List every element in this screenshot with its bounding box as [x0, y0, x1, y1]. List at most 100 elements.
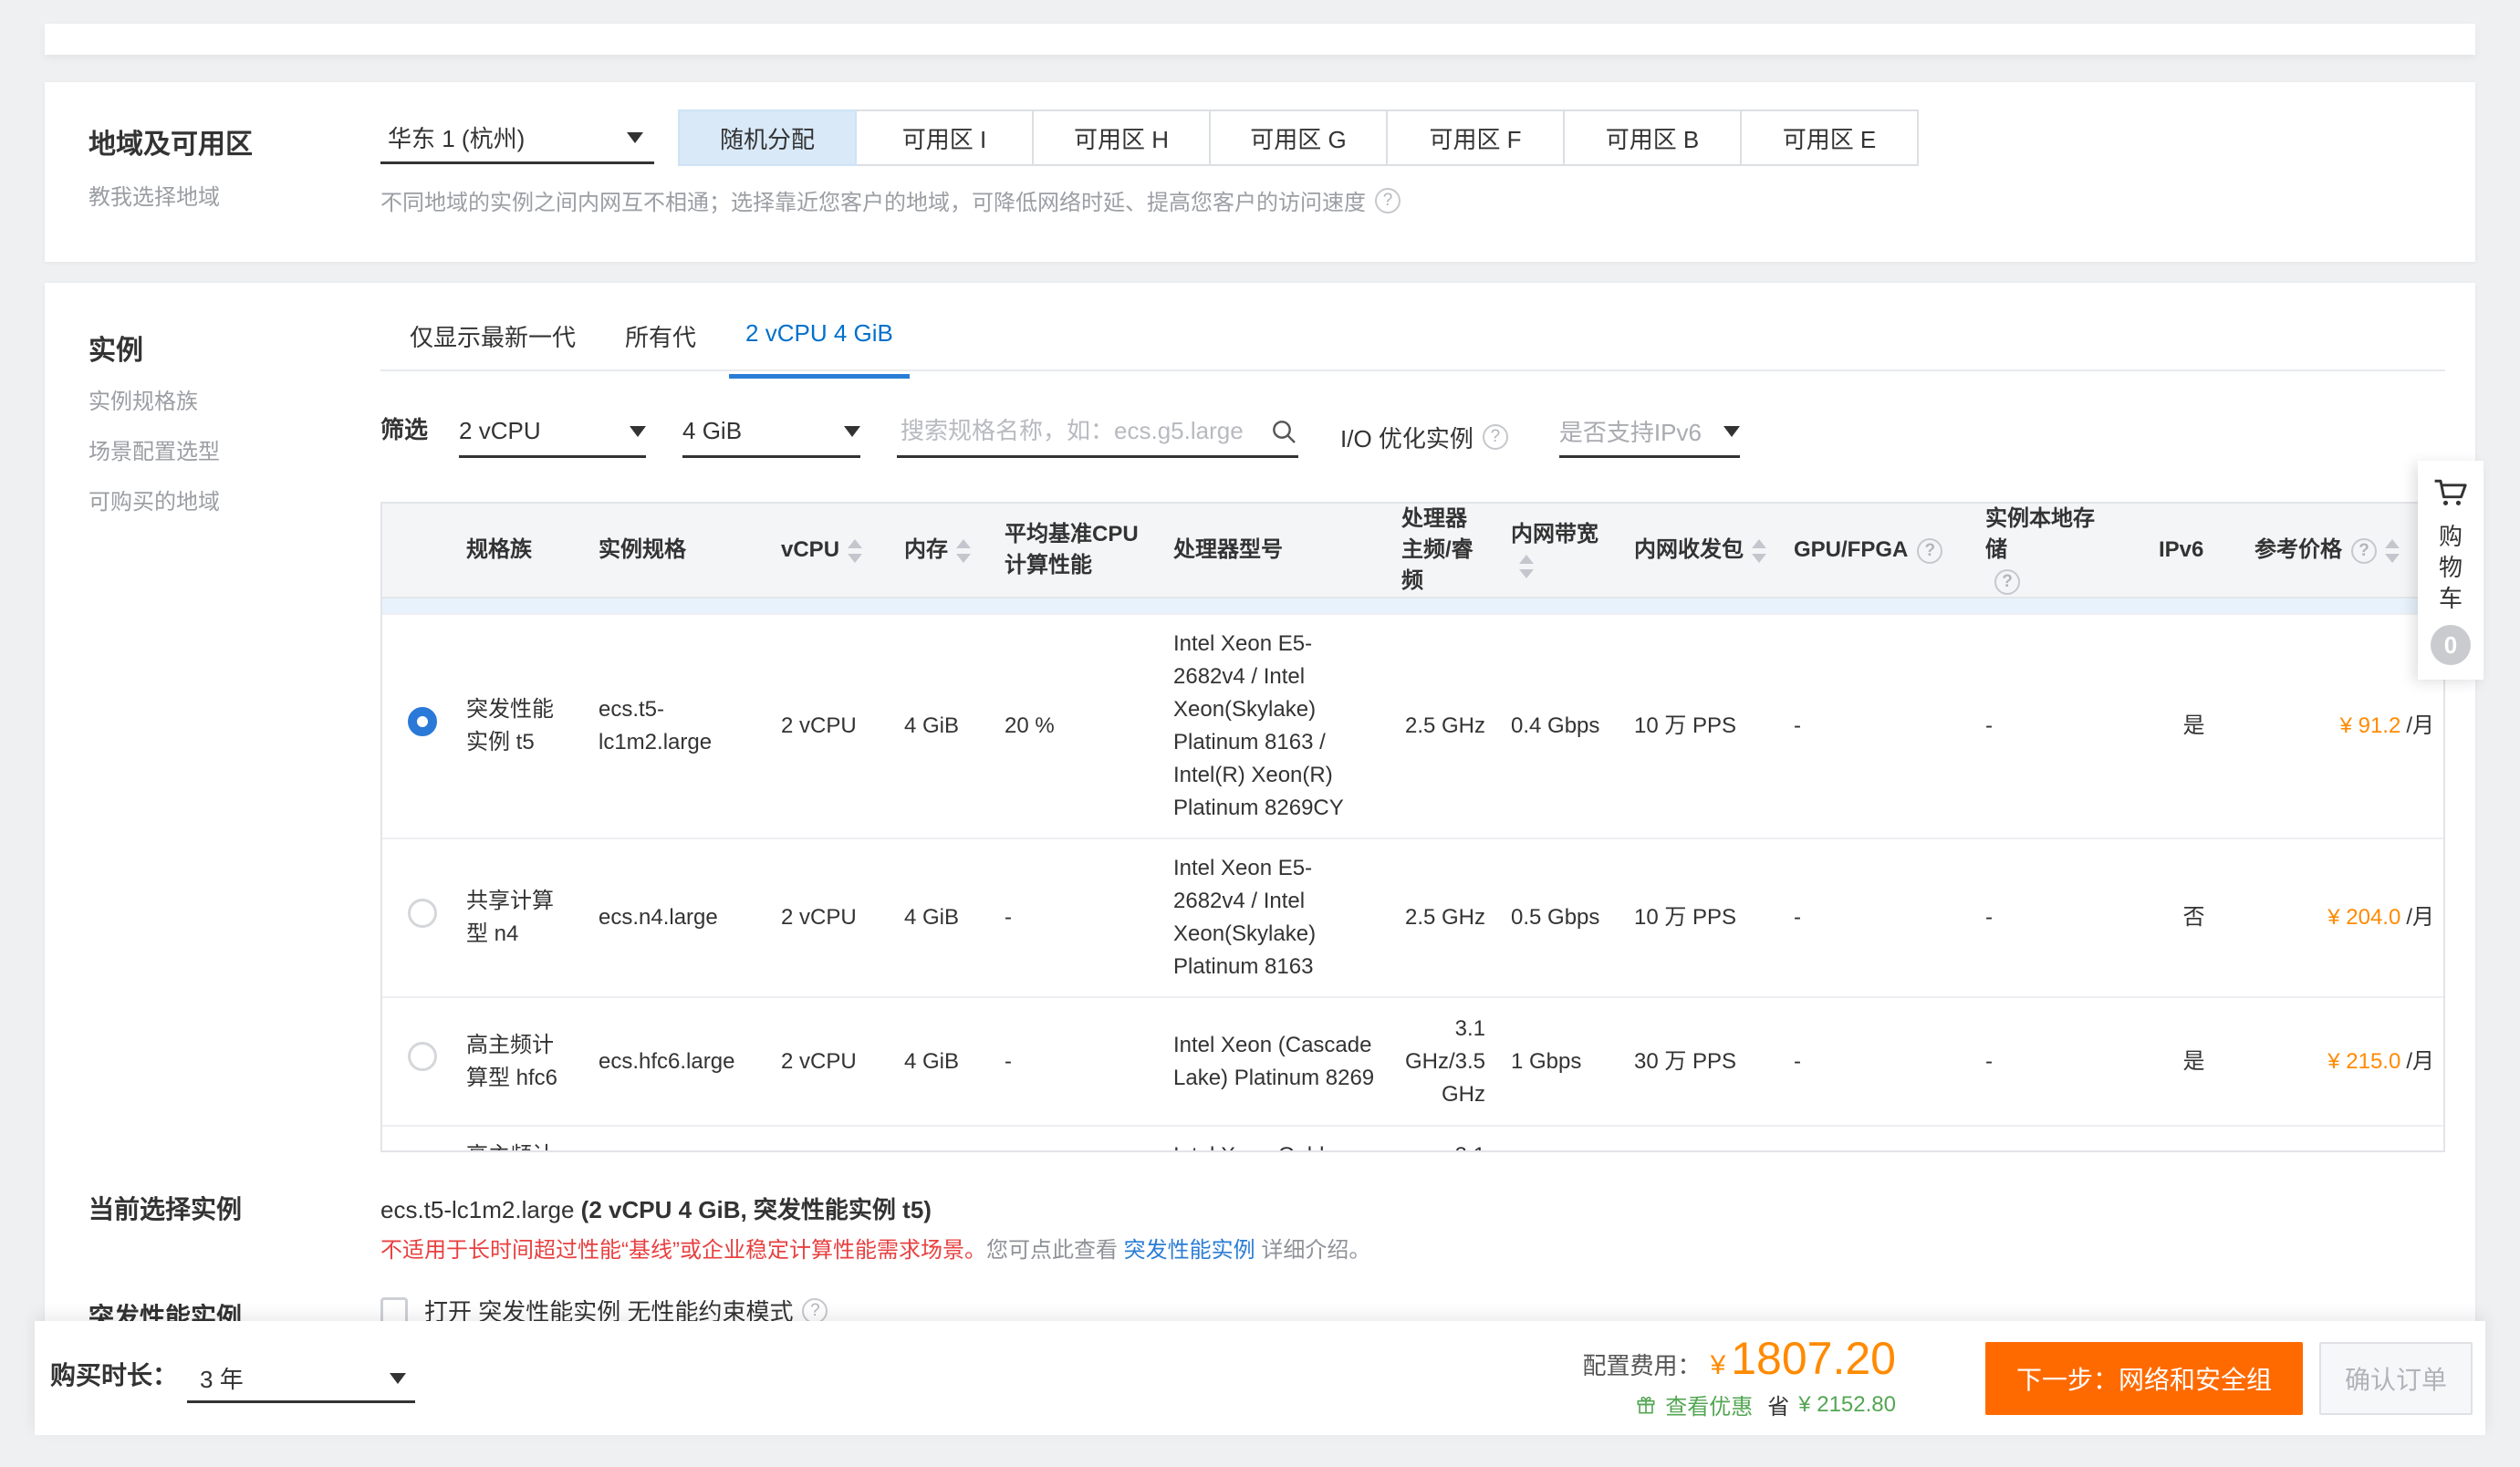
spec-table-row[interactable]: 突发性能实例 t5 ecs.t5-lc1m2.large 2 vCPU 4 Gi… [382, 614, 2445, 838]
zone-button[interactable]: 可用区 I [855, 109, 1034, 166]
search-icon[interactable] [1269, 417, 1298, 446]
row-radio-button[interactable] [408, 1042, 437, 1071]
cell-ipv6: 否 [2146, 1126, 2242, 1152]
save-amount: ¥ 2152.80 [1798, 1392, 1896, 1418]
cell-spec: ecs.hfc6.large [586, 997, 768, 1126]
side-link[interactable]: 可购买的地域 [89, 484, 220, 515]
shopping-cart-panel[interactable]: 购物车 0 [2418, 461, 2484, 680]
column-header: 内存 [891, 504, 992, 598]
cell-vcpu: 2 vCPU [768, 614, 891, 838]
burst-instance-link[interactable]: 突发性能实例 [1124, 1238, 1255, 1263]
tab-label: 所有代 [625, 324, 696, 351]
price-value: 91.2 [2359, 713, 2401, 738]
cell-family: 高主频计算型 hfc6 [453, 997, 586, 1126]
region-hint-text: 不同地域的实例之间内网互不相通；选择靠近您客户的地域，可降低网络时延、提高您客户… [380, 184, 1366, 216]
column-header-label: 内存 [904, 537, 948, 562]
teach-me-region-link[interactable]: 教我选择地域 [89, 179, 220, 211]
burst-mode-checkbox[interactable] [380, 1297, 408, 1325]
column-header: GPU/FPGA? [1781, 504, 1973, 598]
zone-button-label: 随机分配 [720, 121, 815, 155]
zone-button-label: 可用区 I [902, 121, 986, 155]
help-icon[interactable]: ? [802, 1298, 828, 1324]
instance-side-links: 实例规格族场景配置选型可购买的地域 [89, 383, 220, 534]
vcpu-filter-value: 2 vCPU [459, 417, 541, 445]
next-step-button[interactable]: 下一步：网络和安全组 [1985, 1342, 2303, 1415]
region-select[interactable]: 华东 1 (杭州) [380, 113, 654, 164]
sort-icon[interactable] [1751, 538, 1767, 564]
column-header-label: 处理器型号 [1173, 537, 1283, 562]
tab-label: 2 vCPU 4 GiB [745, 319, 893, 347]
top-partial-card [45, 24, 2475, 55]
column-header: 平均基准CPU计算性能 [992, 504, 1161, 598]
cell-frequency: 3.1 GHz/3.4 [1389, 1126, 1498, 1152]
help-icon[interactable]: ? [1994, 569, 2020, 595]
side-link[interactable]: 实例规格族 [89, 383, 220, 415]
region-select-value: 华东 1 (杭州) [388, 120, 525, 154]
confirm-order-button[interactable]: 确认订单 [2319, 1342, 2473, 1415]
column-header-label: 处理器主频/睿频 [1401, 506, 1473, 593]
cell-bandwidth: 1 Gbps [1498, 997, 1621, 1126]
cell-local-storage: - [1973, 838, 2146, 997]
chevron-down-icon [630, 426, 646, 437]
cell-memory: 4 GiB [891, 838, 992, 997]
help-icon[interactable]: ? [1917, 538, 1942, 564]
cell-gpu: - [1781, 1126, 1973, 1152]
region-hint: 不同地域的实例之间内网互不相通；选择靠近您客户的地域，可降低网络时延、提高您客户… [380, 184, 1401, 216]
help-icon[interactable]: ? [2351, 538, 2377, 564]
help-icon[interactable]: ? [1483, 424, 1508, 450]
current-selection-detail: (2 vCPU 4 GiB, 突发性能实例 t5) [581, 1196, 932, 1223]
zone-button[interactable]: 随机分配 [678, 109, 857, 166]
note-prefix: 您可点此查看 [986, 1238, 1124, 1263]
help-icon[interactable]: ? [1375, 188, 1401, 213]
current-selection-value: ecs.t5-lc1m2.large (2 vCPU 4 GiB, 突发性能实例… [380, 1191, 932, 1225]
purchase-footer-bar: 购买时长： 3 年 配置费用： ¥ 1807.20 查看优惠 省 ¥ 2152.… [35, 1321, 2485, 1435]
fee-total-line: 配置费用： ¥ 1807.20 [1583, 1332, 1896, 1385]
spec-table-row[interactable]: 共享计算型 n4 ecs.n4.large 2 vCPU 4 GiB - Int… [382, 838, 2445, 997]
column-header: 内网带宽 [1498, 504, 1621, 598]
cell-pps: 30 万 PPS [1621, 1126, 1781, 1152]
chevron-down-icon [627, 132, 643, 143]
zone-button[interactable]: 可用区 E [1740, 109, 1919, 166]
sort-icon[interactable] [2384, 538, 2400, 564]
column-header-label: 参考价格 [2254, 537, 2342, 562]
sort-icon[interactable] [847, 538, 863, 564]
spec-table-row[interactable]: 高主频计算型 hfc6 ecs.hfc6.large 2 vCPU 4 GiB … [382, 997, 2445, 1126]
spec-table: 规格族 实例规格 vCPU 内存 平均基准CPU计算性能 处理器型号 处理器 [382, 504, 2445, 1152]
memory-filter-select[interactable]: 4 GiB [682, 407, 860, 458]
row-radio-button[interactable] [408, 899, 437, 928]
duration-select[interactable]: 3 年 [187, 1356, 415, 1403]
cell-cpu-model: Intel Xeon (Cascade Lake) Platinum 8269 [1161, 997, 1389, 1126]
column-header-label: 内网收发包 [1634, 537, 1744, 562]
view-discount-link[interactable]: 查看优惠 [1634, 1389, 1753, 1420]
zone-button[interactable]: 可用区 G [1209, 109, 1388, 166]
cell-ipv6: 否 [2146, 838, 2242, 997]
spec-table-body: 突发性能实例 t5 ecs.t5-lc1m2.large 2 vCPU 4 Gi… [382, 614, 2445, 1152]
column-header: IPv6 [2146, 504, 2242, 598]
region-section: 地域及可用区 华东 1 (杭州) 随机分配 可用区 I 可用区 H 可用区 G … [45, 82, 2475, 262]
zone-button[interactable]: 可用区 H [1032, 109, 1211, 166]
zone-button[interactable]: 可用区 B [1563, 109, 1742, 166]
side-link[interactable]: 场景配置选型 [89, 433, 220, 465]
ipv6-filter-select[interactable]: 是否支持IPv6 [1559, 407, 1740, 458]
zone-button[interactable]: 可用区 F [1386, 109, 1565, 166]
spec-search-input[interactable] [897, 417, 1269, 445]
cell-bandwidth: 1 Gbps [1498, 1126, 1621, 1152]
cell-memory: 4 GiB [891, 997, 992, 1126]
column-header-label: vCPU [781, 537, 839, 562]
row-radio-button[interactable] [408, 707, 437, 736]
vcpu-filter-select[interactable]: 2 vCPU [459, 407, 646, 458]
sort-icon[interactable] [955, 538, 972, 564]
spec-table-row[interactable]: 高主频计算型 hfc5 ecs.hfc5.large 2 vCPU 4 GiB … [382, 1126, 2445, 1152]
cell-gpu: - [1781, 838, 1973, 997]
cell-price: ¥ 204.0/月 [2242, 838, 2445, 997]
cell-cpu-model: Intel Xeon Gold 6149 [1161, 1126, 1389, 1152]
cart-count-badge: 0 [2431, 625, 2471, 665]
price-unit: /月 [2406, 1049, 2434, 1074]
column-header-label: 实例本地存储 [1985, 504, 2104, 566]
note-suffix: 详细介绍。 [1255, 1238, 1371, 1263]
price-unit: /月 [2406, 713, 2434, 738]
sort-icon[interactable] [1518, 554, 1535, 579]
view-discount-text: 查看优惠 [1665, 1389, 1753, 1420]
spec-table-container: 规格族 实例规格 vCPU 内存 平均基准CPU计算性能 处理器型号 处理器 [380, 502, 2445, 1152]
current-selection-name: ecs.t5-lc1m2.large [380, 1196, 581, 1223]
